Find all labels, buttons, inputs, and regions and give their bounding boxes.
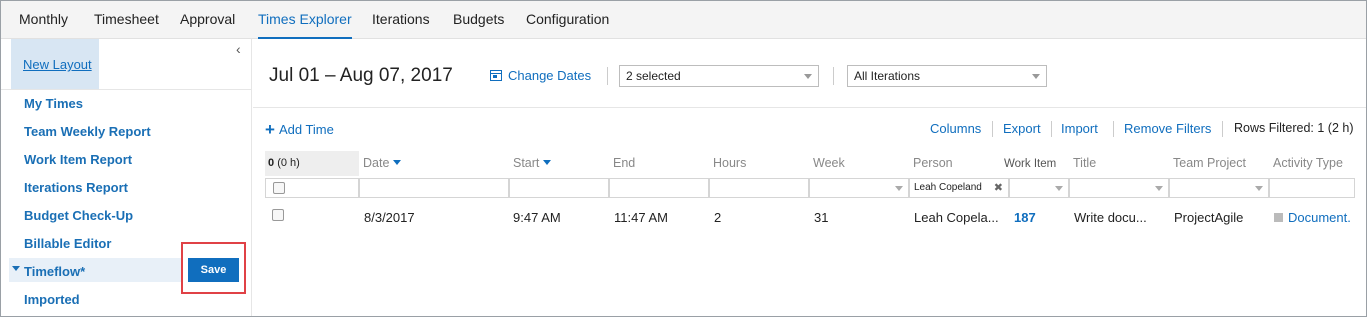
- date-range-title: Jul 01 – Aug 07, 2017: [269, 65, 453, 86]
- clear-filter-icon[interactable]: ✖: [994, 181, 1003, 194]
- iterations-dropdown-value: All Iterations: [854, 69, 921, 83]
- main-panel: Jul 01 – Aug 07, 2017 Change Dates 2 sel…: [253, 39, 1366, 316]
- filter-row: Leah Copeland ✖: [265, 178, 1355, 198]
- new-layout-box: New Layout: [11, 39, 99, 89]
- tab-monthly[interactable]: Monthly: [19, 1, 68, 39]
- top-nav: Monthly Timesheet Approval Times Explore…: [1, 1, 1366, 39]
- caret-down-icon: [12, 266, 20, 271]
- column-header-date-label: Date: [363, 156, 390, 170]
- chevron-down-icon: [804, 74, 812, 79]
- column-header-hours[interactable]: Hours: [713, 156, 746, 170]
- column-header-end[interactable]: End: [613, 156, 635, 170]
- filter-cell-select: [265, 178, 359, 198]
- tab-configuration[interactable]: Configuration: [526, 1, 609, 39]
- row-activity-type[interactable]: Document.: [1274, 210, 1351, 225]
- select-all-checkbox[interactable]: [273, 182, 285, 194]
- tab-budgets[interactable]: Budgets: [453, 1, 504, 39]
- column-header-start[interactable]: Start: [513, 156, 552, 170]
- total-hours: (0 h): [277, 157, 300, 169]
- column-header-title[interactable]: Title: [1073, 156, 1096, 170]
- sidebar: New Layout ‹ My Times Team Weekly Report…: [1, 39, 252, 316]
- header-separator: [833, 67, 834, 85]
- header-divider: [253, 107, 1366, 108]
- chevron-down-icon: [895, 186, 903, 191]
- export-button[interactable]: Export: [1003, 121, 1041, 136]
- sidebar-item-timeflow[interactable]: Timeflow*: [24, 264, 85, 279]
- tab-approval[interactable]: Approval: [180, 1, 235, 39]
- filter-team-project[interactable]: [1169, 178, 1269, 198]
- sidebar-item-work-item-report[interactable]: Work Item Report: [24, 152, 132, 167]
- sort-desc-icon: [393, 160, 402, 165]
- sort-desc-icon: [543, 160, 552, 165]
- column-header-date[interactable]: Date: [363, 156, 402, 170]
- filter-start[interactable]: [509, 178, 609, 198]
- save-layout-button[interactable]: Save: [188, 258, 239, 282]
- column-header-week[interactable]: Week: [813, 156, 845, 170]
- iterations-dropdown[interactable]: All Iterations: [847, 65, 1047, 87]
- filter-work-item[interactable]: [1009, 178, 1069, 198]
- rows-filtered-status: Rows Filtered: 1 (2 h): [1234, 121, 1354, 135]
- calendar-icon[interactable]: [490, 70, 502, 81]
- tab-timesheet[interactable]: Timesheet: [94, 1, 159, 39]
- row-start: 9:47 AM: [513, 210, 561, 225]
- filter-activity-type[interactable]: [1269, 178, 1355, 198]
- row-activity-type-link[interactable]: Document.: [1288, 210, 1351, 225]
- add-time-label: Add Time: [278, 122, 334, 137]
- filter-date[interactable]: [359, 178, 509, 198]
- remove-filters-button[interactable]: Remove Filters: [1124, 121, 1211, 136]
- filter-week[interactable]: [809, 178, 909, 198]
- row-week: 31: [814, 210, 829, 225]
- change-dates-link[interactable]: Change Dates: [508, 68, 591, 83]
- toolbar-separator: [1051, 121, 1052, 137]
- row-person: Leah Copela...: [914, 210, 999, 225]
- row-checkbox[interactable]: [272, 209, 284, 221]
- chevron-down-icon: [1255, 186, 1263, 191]
- column-header-team-project[interactable]: Team Project: [1173, 156, 1246, 170]
- selection-dropdown-value: 2 selected: [626, 69, 681, 83]
- plus-icon: +: [265, 120, 275, 139]
- row-title: Write docu...: [1074, 210, 1147, 225]
- tab-iterations[interactable]: Iterations: [372, 1, 430, 39]
- person-filter-chip: Leah Copeland: [914, 182, 982, 193]
- row-work-item-link[interactable]: 187: [1014, 210, 1036, 225]
- total-summary-cell: 0 (0 h): [265, 151, 359, 176]
- sidebar-item-imported[interactable]: Imported: [24, 292, 80, 307]
- columns-button[interactable]: Columns: [930, 121, 981, 136]
- activity-color-swatch: [1274, 213, 1283, 222]
- row-end: 11:47 AM: [614, 210, 668, 225]
- selection-dropdown[interactable]: 2 selected: [619, 65, 819, 87]
- toolbar-separator: [992, 121, 993, 137]
- chevron-down-icon: [1055, 186, 1063, 191]
- sidebar-item-iterations-report[interactable]: Iterations Report: [24, 180, 128, 195]
- column-header-activity-type[interactable]: Activity Type: [1273, 156, 1343, 170]
- sidebar-item-billable-editor[interactable]: Billable Editor: [24, 236, 111, 251]
- toolbar-separator: [1113, 121, 1114, 137]
- new-layout-link[interactable]: New Layout: [23, 57, 92, 72]
- filter-hours[interactable]: [709, 178, 809, 198]
- filter-end[interactable]: [609, 178, 709, 198]
- filter-title[interactable]: [1069, 178, 1169, 198]
- column-header-work-item[interactable]: Work Item: [1004, 158, 1056, 170]
- filter-person[interactable]: Leah Copeland ✖: [909, 178, 1009, 198]
- row-team-project: ProjectAgile: [1174, 210, 1244, 225]
- sidebar-item-budget-check-up[interactable]: Budget Check-Up: [24, 208, 133, 223]
- row-date: 8/3/2017: [364, 210, 415, 225]
- import-button[interactable]: Import: [1061, 121, 1098, 136]
- total-count: 0: [268, 157, 275, 169]
- sidebar-item-team-weekly-report[interactable]: Team Weekly Report: [24, 124, 151, 139]
- chevron-down-icon: [1032, 74, 1040, 79]
- row-hours: 2: [714, 210, 722, 225]
- header-separator: [607, 67, 608, 85]
- sidebar-divider: [1, 89, 252, 90]
- tab-times-explorer[interactable]: Times Explorer: [248, 1, 362, 39]
- collapse-sidebar-icon[interactable]: ‹: [236, 41, 241, 57]
- add-time-button[interactable]: + Add Time: [265, 120, 334, 140]
- column-header-person[interactable]: Person: [913, 156, 953, 170]
- sidebar-item-my-times[interactable]: My Times: [24, 96, 83, 111]
- column-header-start-label: Start: [513, 156, 540, 170]
- toolbar-separator: [1222, 121, 1223, 137]
- chevron-down-icon: [1155, 186, 1163, 191]
